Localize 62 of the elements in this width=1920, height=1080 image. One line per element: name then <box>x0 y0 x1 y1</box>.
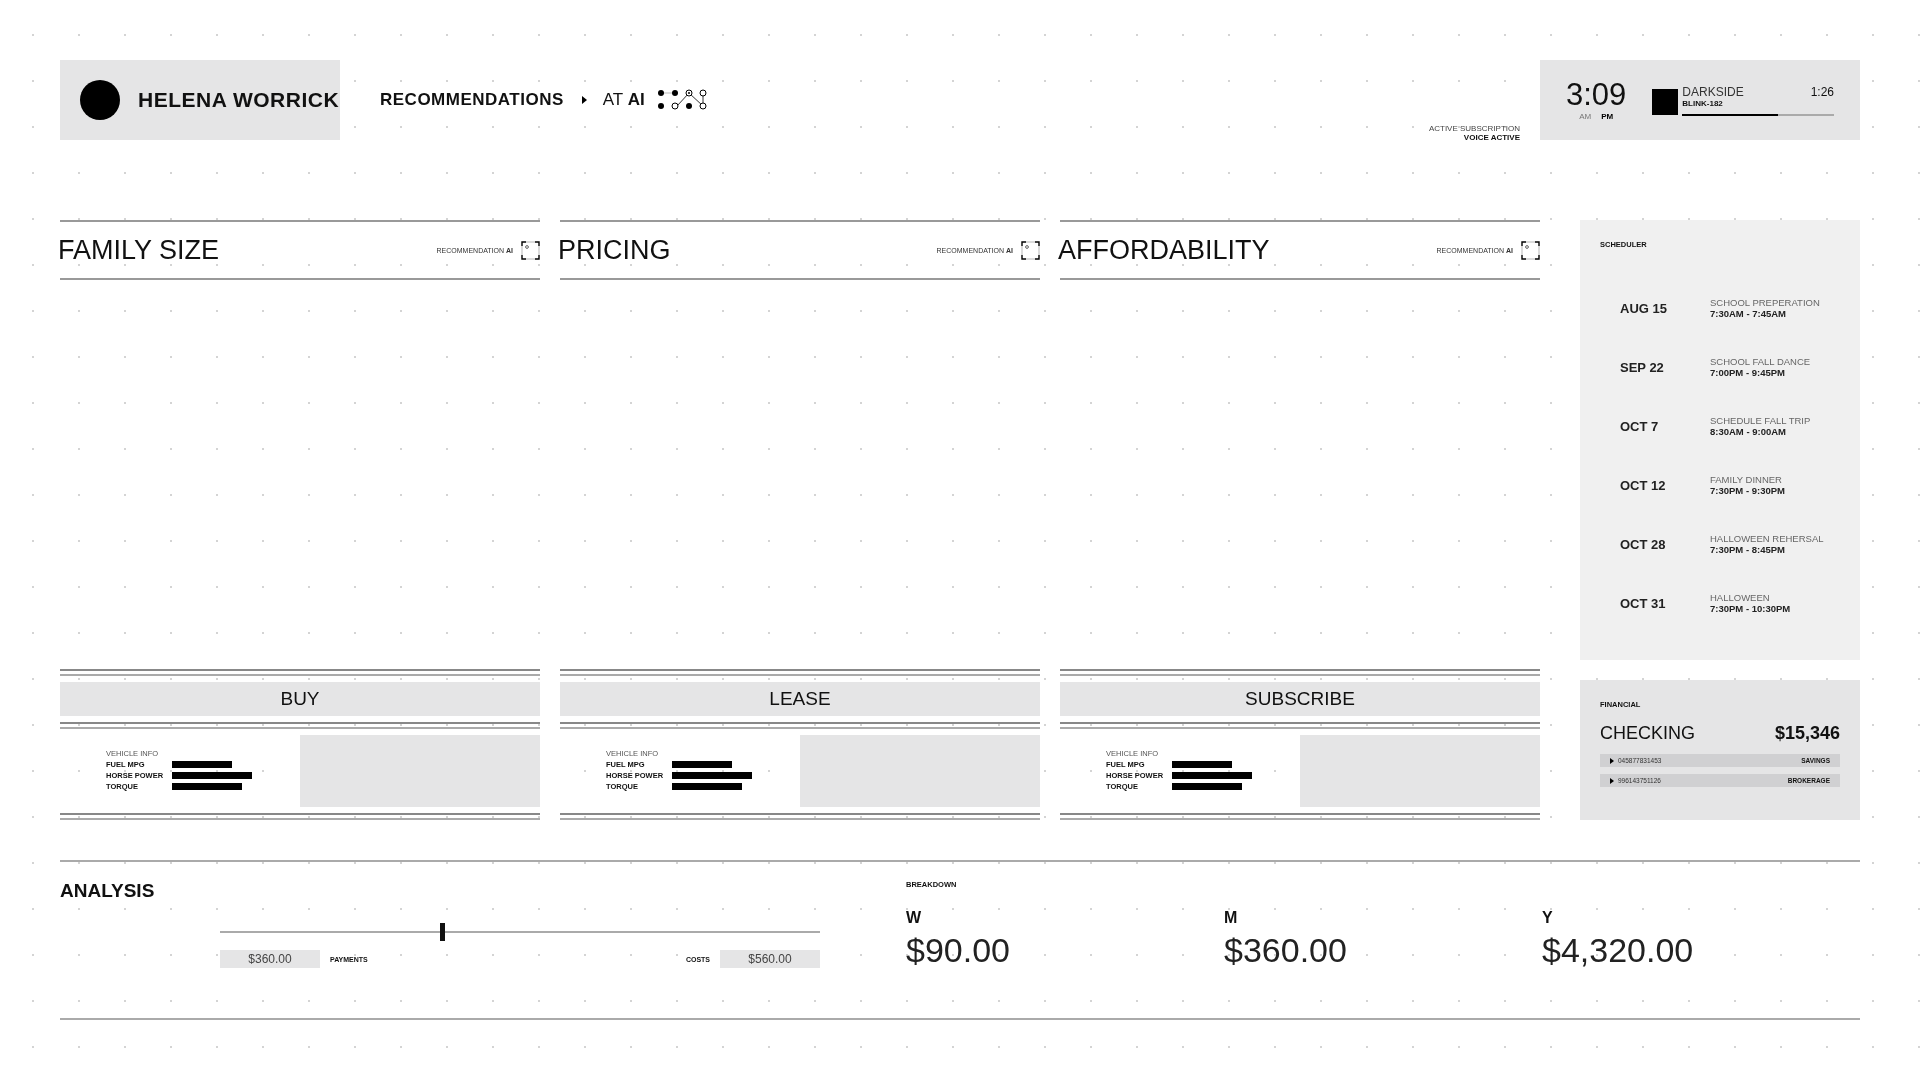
expand-arrow-icon <box>1610 777 1614 784</box>
node-graph-icon <box>656 89 709 111</box>
frame-icon <box>1521 240 1540 260</box>
subscription-label: ACTIVE SUBSCRIPTION <box>1428 124 1520 133</box>
event-date: OCT 12 <box>1620 477 1667 493</box>
period-amount: $90.00 <box>906 931 1011 970</box>
panel-title: FAMILY SIZE <box>58 234 221 266</box>
period-label: Y <box>1542 909 1554 927</box>
action-button[interactable]: LEASE <box>560 682 1040 716</box>
spec-bar <box>672 761 732 768</box>
event-date: SEP 22 <box>1620 359 1665 375</box>
period-label: M <box>1224 909 1239 927</box>
account-balance: $15,346 <box>1774 723 1840 744</box>
period-amount: $4,320.00 <box>1542 931 1695 970</box>
spec-bar <box>672 783 742 790</box>
costs-value: $560.00 <box>720 950 820 968</box>
artist-name: BLINK-182 <box>1682 98 1724 108</box>
user-name: HELENA WORRICK <box>138 88 340 112</box>
event-name: SCHOOL FALL DANCE <box>1710 356 1811 367</box>
breadcrumb-section[interactable]: RECOMMENDATIONS <box>380 90 564 110</box>
avatar <box>80 80 120 120</box>
spec-bar <box>1172 761 1232 768</box>
event-name: HALLOWEEN <box>1710 592 1771 603</box>
event-time: 7:30PM - 9:30PM <box>1710 485 1785 496</box>
event-date: OCT 28 <box>1620 536 1667 552</box>
event-time: 7:00PM - 9:45PM <box>1710 367 1786 378</box>
event-time: 8:30AM - 9:00AM <box>1710 426 1788 437</box>
action-button[interactable]: SUBSCRIBE <box>1060 682 1540 716</box>
period-amount: $360.00 <box>1224 931 1348 970</box>
event-time: 7:30PM - 8:45PM <box>1710 544 1786 555</box>
frame-icon <box>1021 240 1040 260</box>
time-period: PM <box>1601 112 1614 121</box>
song-title: DARKSIDE <box>1682 84 1744 99</box>
subscription-status: VOICE ACTIVE <box>1463 133 1520 142</box>
spec-bar <box>172 783 242 790</box>
event-name: SCHOOL PREPERATION <box>1710 297 1820 308</box>
event-date: OCT 7 <box>1620 418 1660 434</box>
account-name: CHECKING <box>1600 723 1695 744</box>
event-name: SCHEDULE FALL TRIP <box>1710 415 1811 426</box>
analysis-title: ANALYSIS <box>60 880 156 902</box>
payments-value: $360.00 <box>220 950 320 968</box>
panel-title: AFFORDABILITY <box>1058 234 1271 266</box>
elapsed-time: 1:26 <box>1810 84 1834 99</box>
event-time: 7:30AM - 7:45AM <box>1710 308 1788 319</box>
time-period: AM <box>1579 112 1592 121</box>
event-date: AUG 15 <box>1620 300 1668 316</box>
panel-title: PRICING <box>558 234 672 266</box>
event-date: OCT 31 <box>1620 595 1667 611</box>
action-button[interactable]: BUY <box>60 682 540 716</box>
clock-time: 3:09 <box>1566 79 1627 110</box>
period-label: W <box>906 909 923 927</box>
album-art <box>1652 89 1679 115</box>
breadcrumb-context: AT AI <box>602 90 645 110</box>
spec-bar <box>1172 783 1242 790</box>
event-time: 7:30PM - 10:30PM <box>1710 603 1791 614</box>
caret-icon <box>581 96 587 104</box>
slider-thumb[interactable] <box>440 923 445 941</box>
event-name: FAMILY DINNER <box>1710 474 1783 485</box>
expand-arrow-icon <box>1610 757 1614 764</box>
frame-icon <box>521 240 540 260</box>
spec-bar <box>172 761 232 768</box>
event-name: HALLOWEEN REHERSAL <box>1710 533 1824 544</box>
